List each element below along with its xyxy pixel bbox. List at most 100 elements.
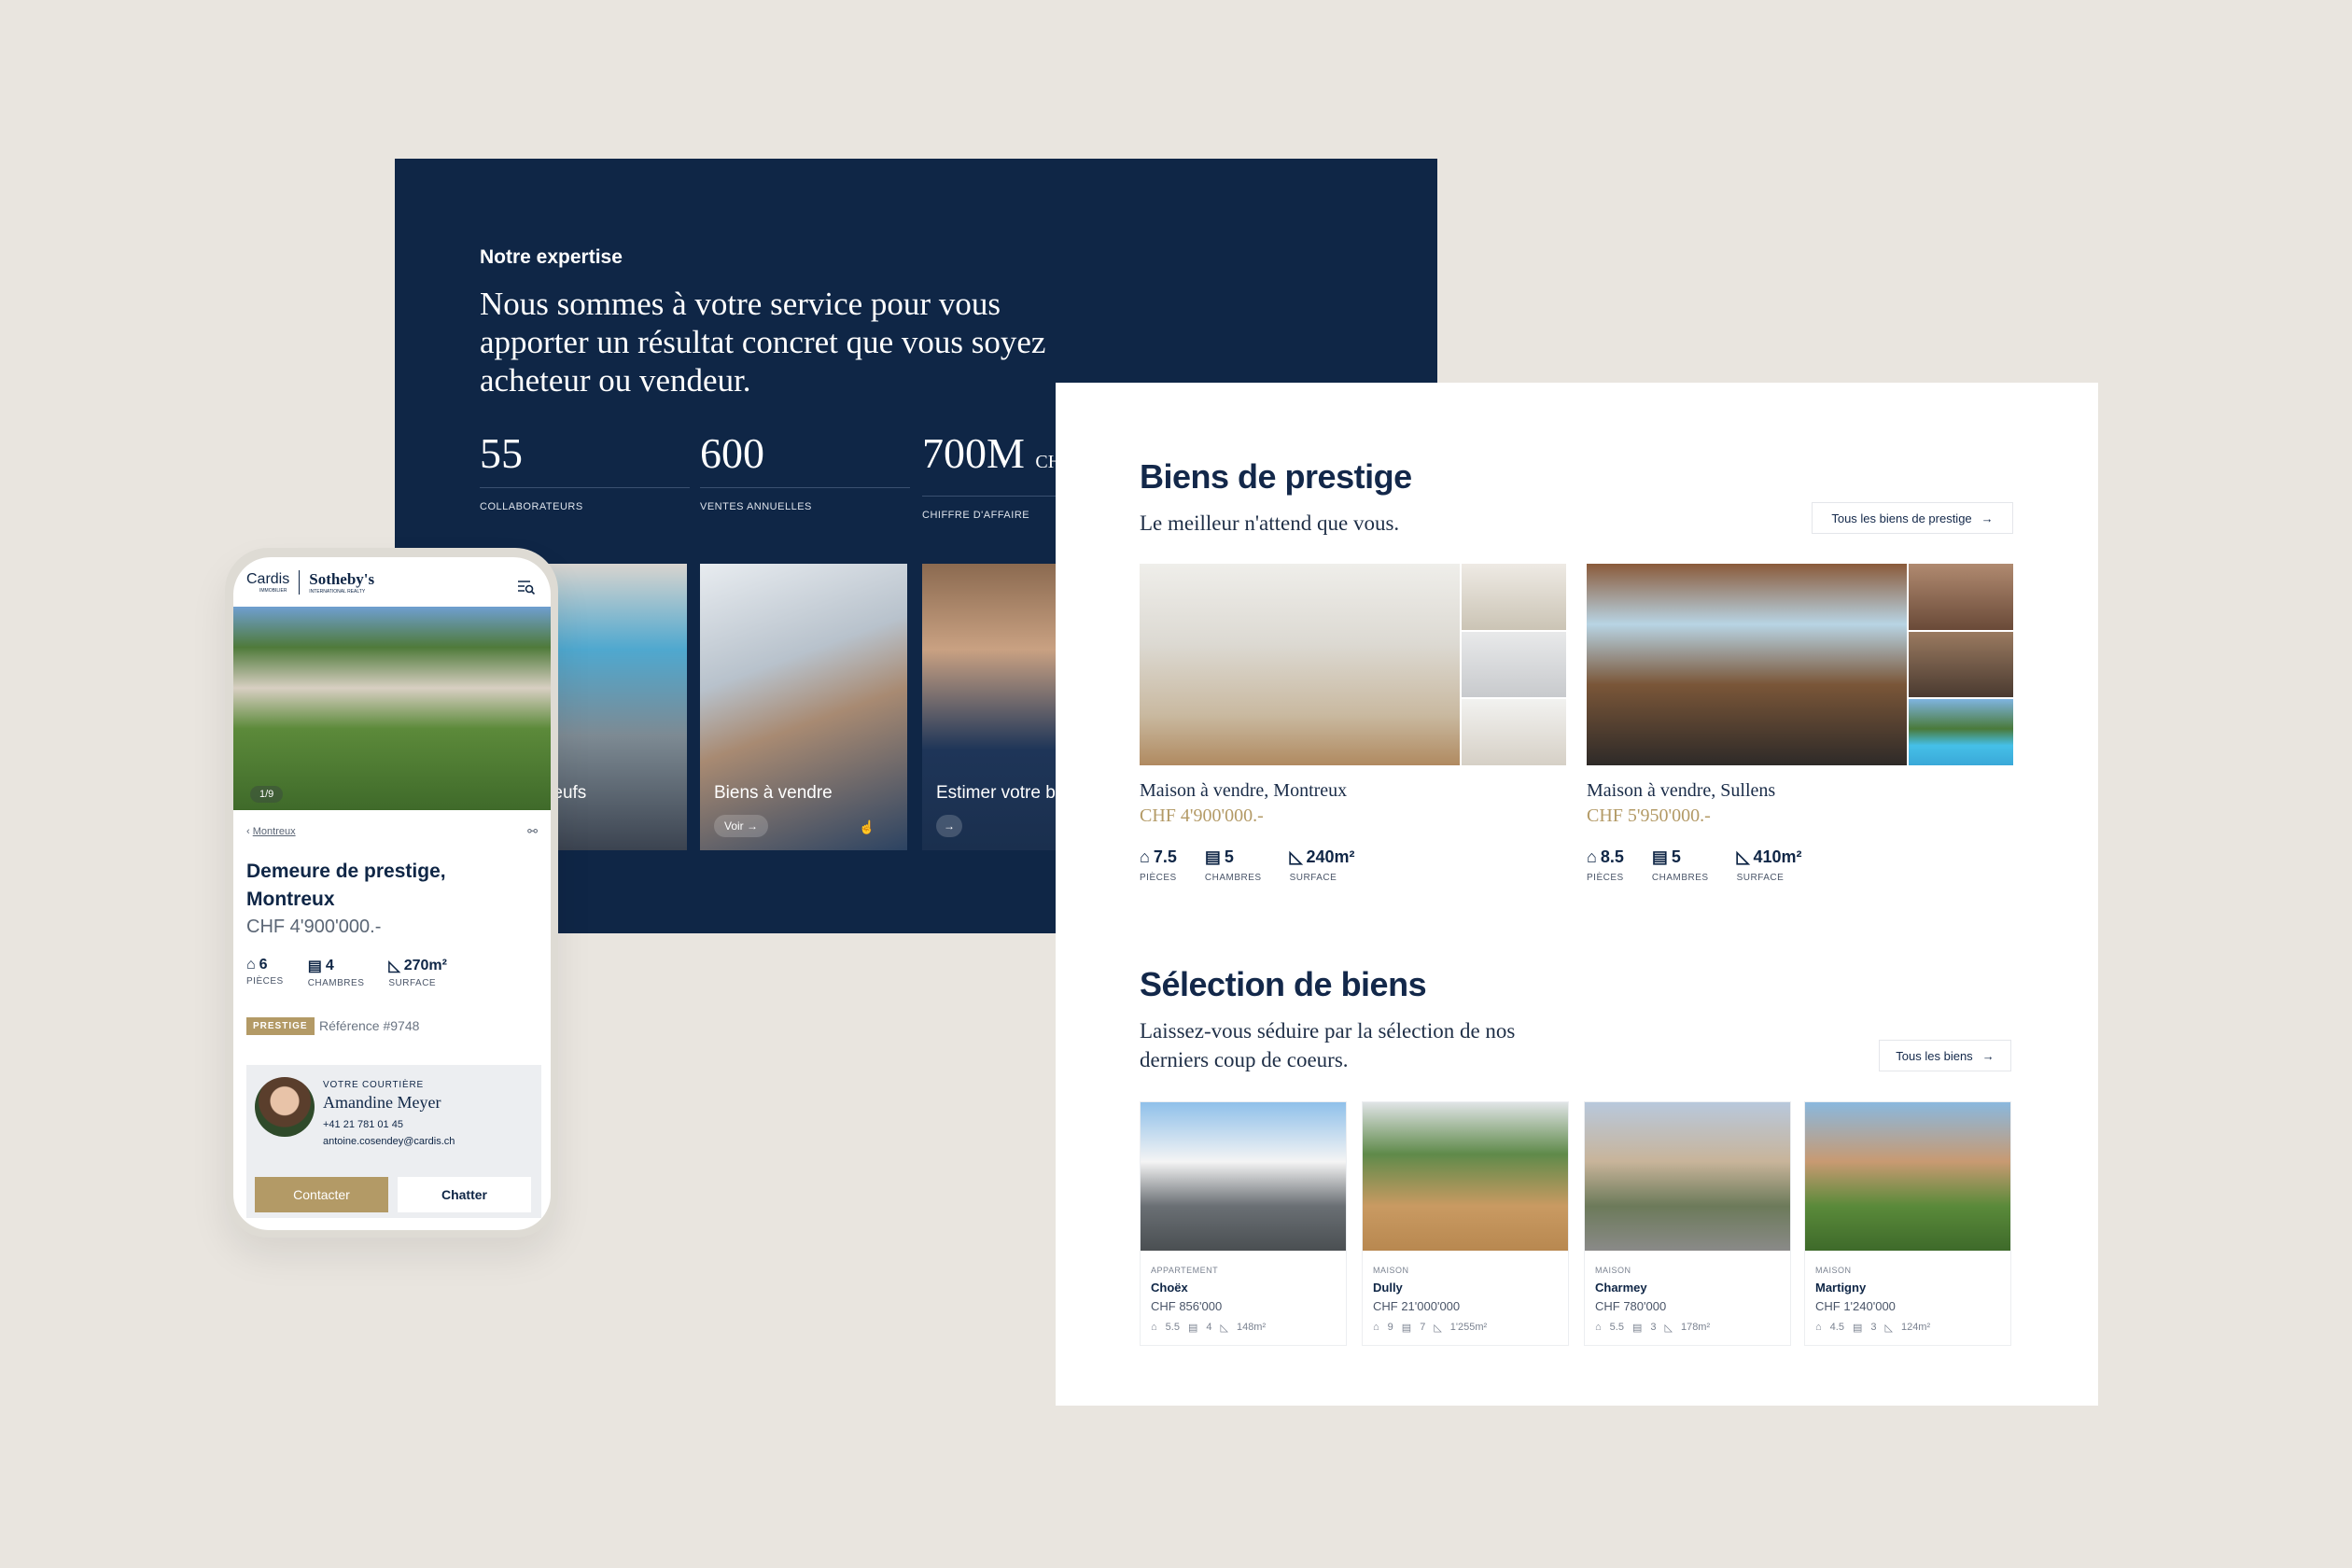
house-icon: ⌂ [1140, 847, 1150, 866]
surface-label: SURFACE [388, 978, 437, 988]
listing-card[interactable]: APPARTEMENT Choëx CHF 856'000 ⌂ 5.5 ▤ 4 ◺ 1… [1140, 1101, 1347, 1346]
prestige-title-text: Maison à vendre, Sullens [1587, 780, 1776, 801]
rooms-label: PIÈCES [1587, 873, 1624, 883]
stat-value: 55 [480, 429, 523, 477]
listing-photo [1805, 1102, 2010, 1251]
house-icon: ⌂ [1587, 847, 1597, 866]
house-icon: ⌂ [246, 957, 256, 973]
agent-role: VOTRE COURTIÈRE [323, 1080, 424, 1090]
share-icon[interactable]: ⚯ [527, 824, 538, 839]
listing-type: MAISON [1815, 1266, 1852, 1275]
house-icon: ⌂ [1595, 1322, 1602, 1333]
voir-button[interactable]: Voir → [714, 815, 769, 837]
logo-sothebys: Sotheby's [309, 570, 375, 588]
arrow-right-icon: → [1981, 511, 1994, 525]
rooms-label: PIÈCES [246, 976, 284, 987]
bedrooms-label: CHAMBRES [1651, 873, 1709, 883]
service-card-biens-a-vendre[interactable]: Biens à vendre Voir → ☝ [700, 564, 907, 850]
bedrooms-value: 5 [1224, 847, 1234, 866]
listing-card[interactable]: MAISON Martigny CHF 1'240'000 ⌂ 4.5 ▤ 3 ◺ 1… [1804, 1101, 2011, 1346]
prestige-card[interactable]: Maison à vendre, Montreux CHF 4'900'000.… [1140, 564, 1566, 883]
bedrooms-label: CHAMBRES [1204, 873, 1262, 883]
prestige-price: CHF 4'900'000.- [1140, 805, 1264, 826]
listing-photo [1585, 1102, 1790, 1251]
rooms-value: 6 [259, 957, 268, 973]
prestige-gallery[interactable] [1587, 564, 2013, 765]
stat-value: 600 [700, 429, 764, 477]
all-listings-button[interactable]: Tous les biens → [1879, 1040, 2011, 1071]
listing-name: Choëx [1151, 1281, 1188, 1295]
prestige-card[interactable]: Maison à vendre, Sullens CHF 5'950'000.-… [1587, 564, 2013, 883]
bedrooms-label: CHAMBRES [307, 978, 365, 988]
surface-value: 410m² [1753, 847, 1802, 866]
property-photo[interactable]: 1/9 [233, 607, 551, 810]
bed-icon: ▤ [1631, 1323, 1643, 1334]
title-line: Demeure de prestige, [246, 861, 446, 882]
listings-panel: Biens de prestige Le meilleur n'attend q… [1056, 383, 2098, 1406]
breadcrumb-back[interactable]: ‹ Montreux [246, 826, 296, 837]
listing-name: Charmey [1595, 1281, 1647, 1295]
agent-phone[interactable]: +41 21 781 01 45 [323, 1119, 403, 1130]
breadcrumb-label: Montreux [252, 826, 296, 837]
prestige-badge: PRESTIGE [246, 1017, 315, 1035]
bedrooms-value: 3 [1870, 1322, 1877, 1333]
bedrooms-value: 4 [325, 958, 334, 973]
property-price: CHF 4'900'000.- [246, 917, 382, 937]
surface-icon: ◺ [1736, 847, 1750, 866]
stat-value: 700M [922, 429, 1025, 477]
surface-icon: ◺ [388, 959, 400, 974]
expertise-eyebrow: Notre expertise [480, 246, 623, 268]
menu-search-icon[interactable] [517, 580, 536, 595]
stat-ventes: 600 VENTES ANNUELLES [700, 429, 910, 512]
bed-icon: ▤ [1651, 847, 1668, 866]
listing-type: MAISON [1595, 1266, 1631, 1275]
property-features: ⌂ 6 PIÈCES ▤ 4 CHAMBRES ◺ 270m² SURFACE [246, 957, 447, 988]
surface-label: SURFACE [1736, 873, 1785, 883]
cursor-hand-icon: ☝ [859, 819, 875, 834]
house-icon: ⌂ [1815, 1322, 1822, 1333]
logo-cardis: Cardis [246, 571, 290, 587]
logo-cardis-sub: IMMOBILIER [259, 588, 287, 594]
listing-price: CHF 21'000'000 [1373, 1299, 1461, 1313]
listing-price: CHF 856'000 [1151, 1299, 1223, 1313]
listing-photo [1141, 1102, 1346, 1251]
contact-button[interactable]: Contacter [255, 1177, 388, 1212]
rooms-value: 5.5 [1165, 1322, 1180, 1333]
all-prestige-button[interactable]: Tous les biens de prestige → [1812, 502, 2013, 534]
bed-icon: ▤ [1187, 1323, 1198, 1334]
bed-icon: ▤ [1204, 847, 1221, 866]
selection-subtitle: Laissez-vous séduire par la sélection de… [1140, 1016, 1515, 1074]
logo-sothebys-sub: INTERNATIONAL REALTY [309, 589, 366, 595]
surface-icon: ◺ [1220, 1323, 1228, 1334]
surface-value: 148m² [1236, 1322, 1267, 1333]
rooms-value: 8.5 [1600, 847, 1624, 866]
surface-value: 240m² [1306, 847, 1355, 866]
button-label: Tous les biens de prestige [1831, 511, 1972, 525]
title-line: Montreux [246, 889, 335, 910]
bedrooms-value: 4 [1206, 1322, 1212, 1333]
agent-name: Amandine Meyer [323, 1093, 441, 1112]
surface-value: 270m² [403, 958, 447, 973]
stat-label: VENTES ANNUELLES [700, 501, 812, 512]
arrow-button[interactable]: → [936, 815, 962, 837]
agent-email[interactable]: antoine.cosendey@cardis.ch [323, 1136, 455, 1147]
chat-button[interactable]: Chatter [398, 1177, 531, 1212]
listing-card[interactable]: MAISON Charmey CHF 780'000 ⌂ 5.5 ▤ 3 ◺ 178m… [1584, 1101, 1791, 1346]
surface-icon: ◺ [1289, 847, 1303, 866]
rooms-value: 5.5 [1609, 1322, 1624, 1333]
listing-name: Dully [1373, 1281, 1403, 1295]
surface-label: SURFACE [1289, 873, 1337, 883]
prestige-gallery[interactable] [1140, 564, 1566, 765]
rooms-label: PIÈCES [1140, 873, 1177, 883]
stat-collaborateurs: 55 COLLABORATEURS [480, 429, 690, 512]
agent-box: VOTRE COURTIÈRE Amandine Meyer +41 21 78… [246, 1065, 541, 1218]
listing-card[interactable]: MAISON Dully CHF 21'000'000 ⌂ 9 ▤ 7 ◺ 1'255… [1362, 1101, 1569, 1346]
rooms-value: 7.5 [1153, 847, 1177, 866]
listing-photo [1363, 1102, 1568, 1251]
house-icon: ⌂ [1373, 1322, 1379, 1333]
arrow-right-icon: → [1981, 1048, 1995, 1063]
rooms-value: 4.5 [1829, 1322, 1844, 1333]
surface-icon: ◺ [1884, 1323, 1893, 1334]
prestige-title-text: Maison à vendre, Montreux [1140, 780, 1348, 801]
listing-price: CHF 1'240'000 [1815, 1299, 1896, 1313]
